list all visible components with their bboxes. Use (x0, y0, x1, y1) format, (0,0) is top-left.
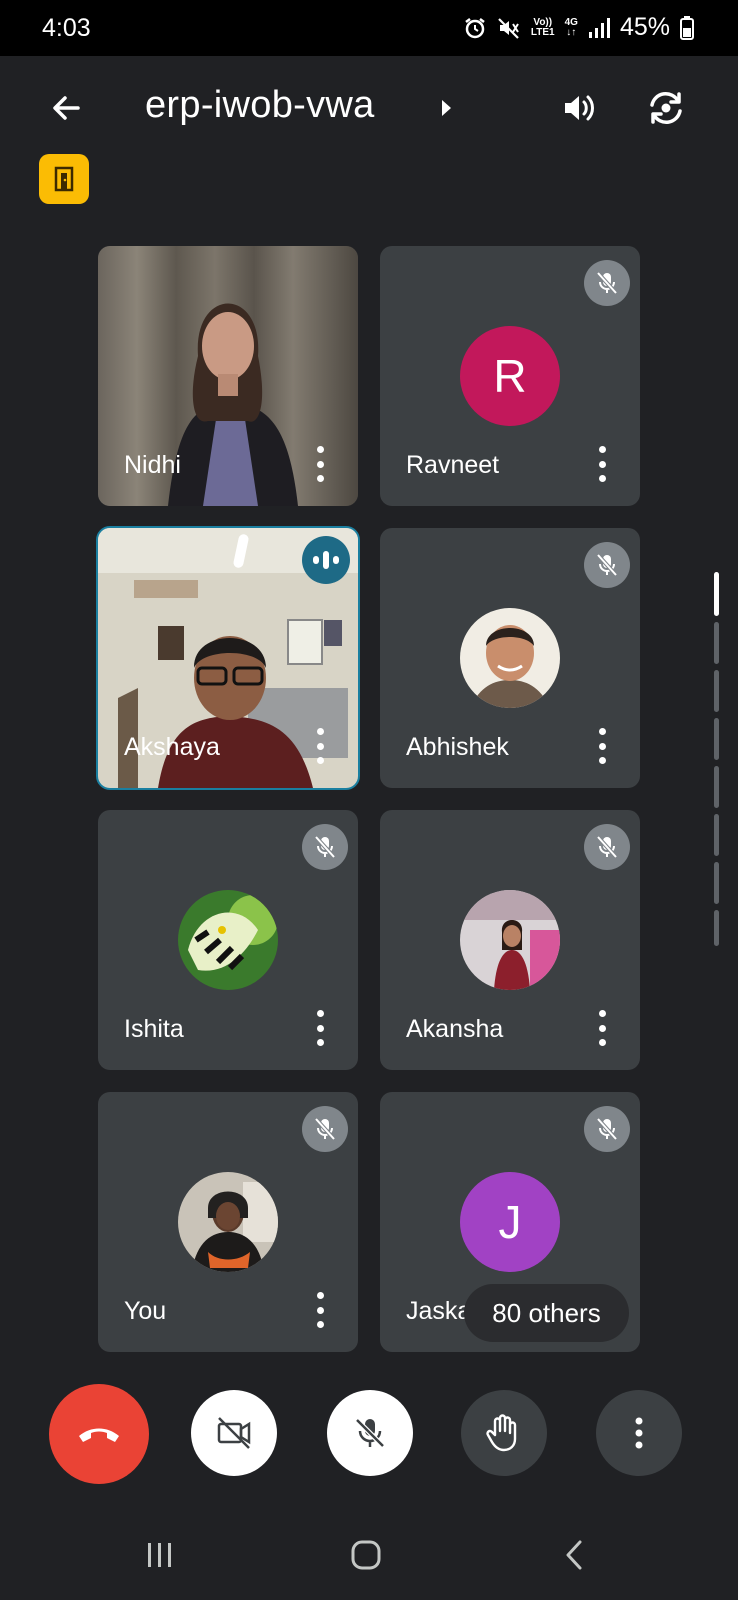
profile-photo (460, 608, 560, 708)
participant-tile-ravneet[interactable]: R Ravneet (380, 246, 640, 506)
volte-indicator: Vo)) LTE1 (530, 16, 555, 38)
tile-more-options[interactable] (590, 728, 614, 764)
audio-output-button[interactable] (555, 84, 603, 132)
host-controls-icon (54, 166, 74, 192)
participant-scrollbar[interactable] (714, 572, 720, 948)
more-vert-icon (635, 1417, 643, 1449)
tile-more-options[interactable] (308, 728, 332, 764)
mic-off-icon (596, 835, 618, 859)
switch-camera-icon (650, 92, 682, 124)
recents-icon (148, 1543, 171, 1567)
mic-off-badge (584, 542, 630, 588)
participant-name: Akshaya (124, 733, 220, 761)
participant-name: You (124, 1297, 167, 1325)
avatar: J (460, 1172, 560, 1272)
participant-tile-nidhi[interactable]: Nidhi (98, 246, 358, 506)
battery-icon (680, 15, 694, 40)
host-controls-button[interactable] (39, 154, 89, 204)
camera-off-icon (217, 1417, 251, 1449)
mic-off-icon (596, 1117, 618, 1141)
status-bar: 4:03 Vo)) LTE1 4G ↓↑ 45% (0, 0, 738, 56)
speaker-icon (565, 95, 594, 121)
mute-volume-icon (498, 17, 519, 39)
participant-tile-you[interactable]: You (98, 1092, 358, 1352)
mic-off-icon (314, 1117, 336, 1141)
participant-name: Nidhi (124, 451, 181, 479)
back-arrow-icon (53, 96, 80, 120)
camera-toggle-button[interactable] (191, 1390, 277, 1476)
mic-toggle-button[interactable] (327, 1390, 413, 1476)
status-time: 4:03 (42, 14, 91, 42)
mic-off-icon (596, 271, 618, 295)
speaking-indicator (302, 536, 350, 584)
profile-photo (178, 1172, 278, 1272)
meeting-code[interactable]: erp-iwob-vwa (145, 84, 375, 127)
system-back-button[interactable] (544, 1530, 604, 1580)
status-icons: Vo)) LTE1 4G ↓↑ 45% (463, 13, 694, 42)
avatar (178, 1172, 278, 1272)
meeting-header: erp-iwob-vwa (0, 70, 738, 150)
participant-tile-akansha[interactable]: Akansha (380, 810, 640, 1070)
mic-off-icon (596, 553, 618, 577)
profile-photo (460, 890, 560, 990)
raise-hand-button[interactable] (461, 1390, 547, 1476)
tile-more-options[interactable] (590, 446, 614, 482)
mic-off-badge (302, 824, 348, 870)
profile-photo (178, 890, 278, 990)
avatar (460, 890, 560, 990)
participant-tile-abhishek[interactable]: Abhishek (380, 528, 640, 788)
mic-off-badge (584, 824, 630, 870)
battery-percent: 45% (619, 13, 670, 41)
chevron-left-icon (566, 1540, 582, 1570)
caret-right-icon[interactable] (440, 99, 452, 117)
participant-name: Ishita (124, 1015, 184, 1043)
tile-more-options[interactable] (308, 1292, 332, 1328)
mic-off-icon (314, 835, 336, 859)
end-call-button[interactable] (49, 1384, 149, 1484)
mic-off-badge (584, 1106, 630, 1152)
call-controls (0, 1380, 738, 1490)
mic-off-icon (355, 1418, 385, 1448)
participant-name: Ravneet (406, 451, 500, 479)
switch-camera-button[interactable] (642, 84, 690, 132)
mic-off-badge (302, 1106, 348, 1152)
others-count-button[interactable]: 80 others (464, 1284, 629, 1342)
recent-apps-button[interactable] (130, 1530, 190, 1580)
home-button[interactable] (336, 1530, 396, 1580)
mic-off-badge (584, 260, 630, 306)
participant-tile-akshaya[interactable]: Akshaya (96, 526, 360, 790)
home-icon (351, 1540, 381, 1570)
avatar (178, 890, 278, 990)
avatar: R (460, 326, 560, 426)
tile-more-options[interactable] (590, 1010, 614, 1046)
raise-hand-icon (486, 1414, 517, 1452)
hang-up-icon (79, 1428, 119, 1442)
participant-name: Akansha (406, 1015, 504, 1043)
tile-more-options[interactable] (308, 446, 332, 482)
more-options-button[interactable] (596, 1390, 682, 1476)
network-type: 4G ↓↑ (564, 16, 578, 38)
signal-icon (588, 17, 610, 38)
participant-name: Abhishek (406, 733, 509, 761)
back-button[interactable] (42, 84, 90, 132)
avatar (460, 608, 560, 708)
tile-more-options[interactable] (308, 1010, 332, 1046)
system-nav-bar (0, 1510, 738, 1600)
participant-tile-ishita[interactable]: Ishita (98, 810, 358, 1070)
alarm-icon (465, 17, 485, 38)
